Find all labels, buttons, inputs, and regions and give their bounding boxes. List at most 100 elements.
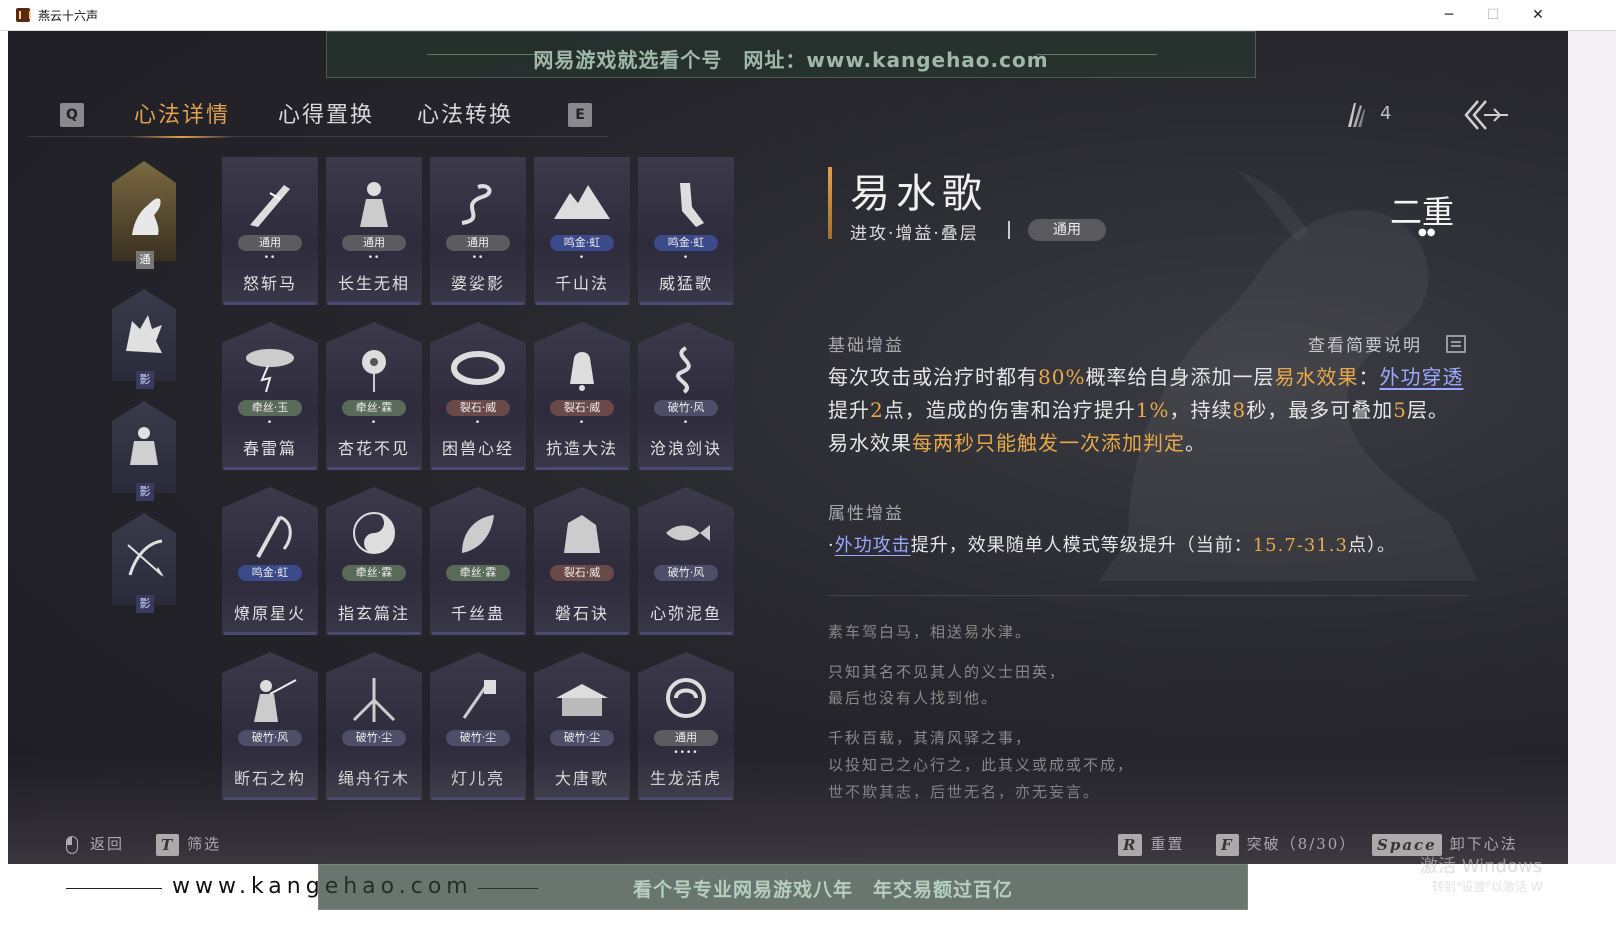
xinfa-card[interactable]: 破竹·尘 绳舟行木 [326, 652, 422, 800]
prev-tab-key[interactable]: Q [60, 103, 84, 127]
xinfa-card[interactable]: 通用 •• 婆娑影 [430, 157, 526, 305]
xinfa-card[interactable]: 牵丝·玉 • 春雷篇 [222, 322, 318, 470]
link-external-attack[interactable]: 外功攻击 [835, 535, 911, 556]
hint-breakthrough[interactable]: F 突破（8/30） [1216, 833, 1356, 856]
bell-icon [570, 352, 594, 391]
maximize-button[interactable]: ☐ [1473, 4, 1513, 26]
mountain-icon [554, 185, 610, 219]
feather-icon [1348, 103, 1365, 127]
xinfa-card[interactable]: 牵丝·霖 • 杏花不见 [326, 322, 422, 470]
card-dots: •••• [673, 748, 699, 758]
sidebar-item-wolf[interactable]: 影 [112, 289, 176, 389]
xinfa-card[interactable]: 裂石·威 • 抗造大法 [534, 322, 630, 470]
rock-icon [564, 515, 600, 553]
serpent-icon [676, 346, 691, 394]
toggle-icon[interactable] [1446, 335, 1466, 353]
tab-xinfa-details[interactable]: 心法详情 [129, 97, 235, 138]
sidebar-tag: 影 [136, 595, 154, 613]
hint-back[interactable]: 返回 [66, 833, 124, 854]
card-name: 千山法 [554, 274, 609, 293]
xinfa-card[interactable]: 牵丝·霖 指玄篇注 [326, 487, 422, 635]
card-name: 婆娑影 [450, 274, 505, 293]
card-badge: 通用 [654, 730, 718, 746]
xinfa-card[interactable]: 破竹·尘大唐歌 [534, 652, 630, 800]
leaf-icon [462, 515, 494, 553]
card-badge: 破竹·尘 [550, 730, 614, 746]
sidebar-item-bow[interactable]: 影 [112, 513, 176, 613]
card-badge: 破竹·尘 [342, 730, 406, 746]
xinfa-card[interactable]: 破竹·风 • 沧浪剑诀 [638, 322, 734, 470]
arm-icon [680, 183, 704, 227]
xinfa-name: 易水歌 [850, 171, 988, 217]
card-dots: •• [471, 253, 485, 263]
card-name: 怒斩马 [242, 274, 297, 293]
xinfa-card[interactable]: 牵丝·霖 千丝蛊 [430, 487, 526, 635]
card-name: 大唐歌 [554, 769, 609, 788]
card-dots: • [474, 418, 482, 428]
xinfa-card[interactable]: 鸣金·虹 • 千山法 [534, 157, 630, 305]
card-dots: • [370, 418, 378, 428]
card-badge: 牵丝·霖 [342, 400, 406, 416]
xinfa-card[interactable]: 裂石·威 磐石诀 [534, 487, 630, 635]
card-dots: • [682, 253, 690, 263]
tab-xinde-swap[interactable]: 心得置换 [278, 97, 374, 129]
scythe-icon [256, 515, 292, 558]
collar-icon [451, 351, 505, 385]
sidebar-tag: 通 [136, 251, 154, 269]
card-badge: 破竹·风 [654, 565, 718, 581]
hint-filter[interactable]: T 筛选 [156, 833, 221, 856]
xinfa-card[interactable]: 鸣金·虹 • 威猛歌 [638, 157, 734, 305]
window-title: 燕云十六声 [38, 9, 99, 23]
card-badge: 牵丝·霖 [342, 565, 406, 581]
window-titlebar: 燕云十六声 ─ ☐ ✕ [0, 0, 1616, 31]
rank-dots: ●● [1418, 227, 1436, 238]
section-divider [828, 595, 1468, 596]
card-badge: 破竹·风 [238, 730, 302, 746]
xinfa-card[interactable]: 破竹·尘 灯儿亮 [430, 652, 526, 800]
sidebar-item-horse[interactable]: 通 [112, 161, 176, 269]
hint-reset[interactable]: R 重置 [1118, 833, 1184, 856]
storm-icon [246, 349, 294, 393]
tab-xinfa-convert[interactable]: 心法转换 [417, 97, 513, 129]
xinfa-card[interactable]: 破竹·风断石之构 [222, 652, 318, 800]
currency-value: 4 [1380, 103, 1392, 124]
sidebar-tag: 影 [136, 371, 154, 389]
right-margin [1568, 31, 1616, 864]
roots-icon [352, 678, 396, 722]
card-name: 沧浪剑诀 [649, 439, 722, 458]
lore-line: 最后也没有人找到他。 [828, 689, 999, 707]
xinfa-card[interactable]: 通用 •• 怒斩马 [222, 157, 318, 305]
break-key: F [1216, 834, 1239, 856]
tag-separator [1008, 221, 1010, 239]
sidebar-tag: 影 [136, 483, 154, 501]
figure-icon [360, 182, 388, 227]
spiral-icon [666, 678, 706, 718]
card-name: 断石之构 [233, 769, 306, 788]
xinfa-card[interactable]: 裂石·威 • 困兽心经 [430, 322, 526, 470]
xinfa-card[interactable]: 通用 •••• 生龙活虎 [638, 652, 734, 800]
wolf-icon [126, 315, 162, 353]
basic-bonus-title: 基础增益 [828, 336, 904, 356]
xinfa-card[interactable]: 通用 •• 长生无相 [326, 157, 422, 305]
mouse-icon [66, 836, 78, 854]
tab-bar: Q 心法详情 心得置换 心法转换 E [28, 97, 608, 138]
sidebar-item-warrior[interactable]: 影 [112, 401, 176, 501]
brief-description-link[interactable]: 查看简要说明 [1308, 331, 1422, 356]
card-name: 燎原星火 [233, 604, 306, 623]
minimize-button[interactable]: ─ [1429, 4, 1469, 26]
xinfa-card[interactable]: 鸣金·虹燎原星火 [222, 487, 318, 635]
card-badge: 破竹·风 [654, 400, 718, 416]
fish-icon [666, 525, 710, 541]
card-name: 春雷篇 [242, 439, 297, 458]
lore-line: 只知其名不见其人的义士田英， [828, 663, 1067, 681]
card-badge: 牵丝·霖 [446, 565, 510, 581]
game-viewport: 网易游戏就选看个号 网址：www.kangehao.com Q 心法详情 心得置… [8, 31, 1568, 896]
card-badge: 鸣金·虹 [238, 565, 302, 581]
next-tab-key[interactable]: E [568, 103, 592, 127]
back-arrow-icon[interactable] [1464, 97, 1510, 133]
basic-bonus-description: 每次攻击或治疗时都有80%概率给自身添加一层易水效果：外功穿透提升2点，造成的伤… [828, 365, 1464, 455]
xinfa-card[interactable]: 破竹·风 心弥泥鱼 [638, 487, 734, 635]
filter-key: T [156, 834, 180, 856]
link-external-penetration[interactable]: 外功穿透 [1379, 365, 1463, 389]
close-button[interactable]: ✕ [1518, 4, 1558, 26]
